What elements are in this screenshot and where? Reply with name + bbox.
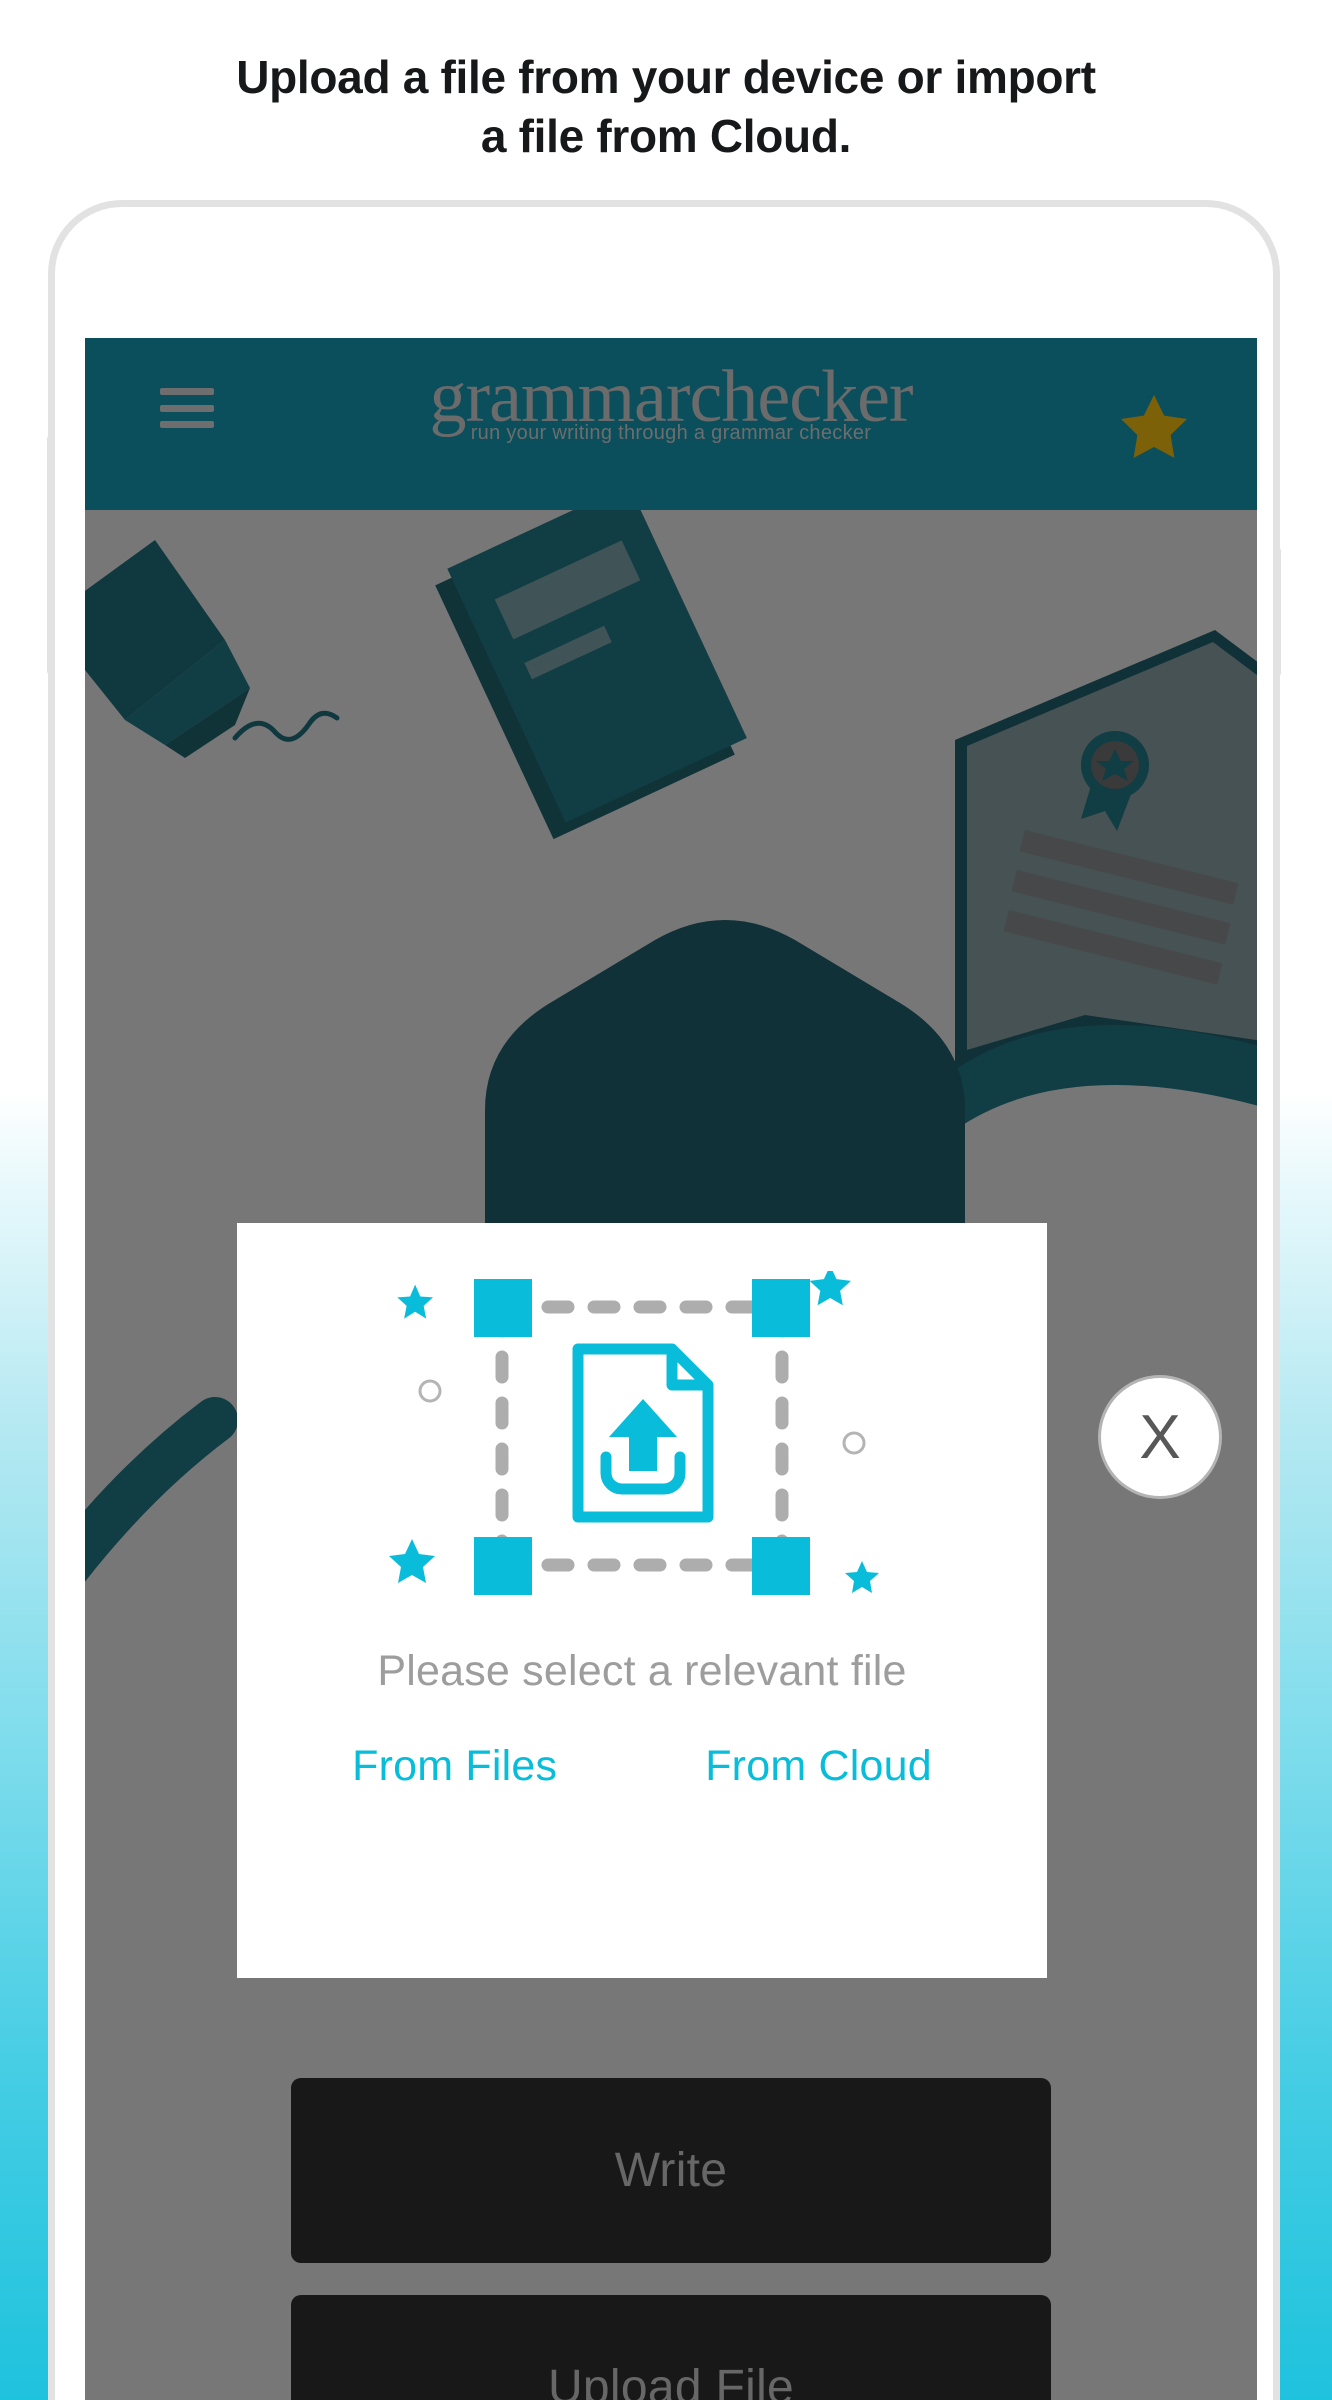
close-dialog-button[interactable]: X bbox=[1101, 1378, 1219, 1496]
hamburger-line-1 bbox=[160, 388, 214, 395]
file-upload-illustration bbox=[389, 1271, 879, 1595]
hamburger-menu-icon[interactable] bbox=[160, 388, 214, 428]
hamburger-line-2 bbox=[160, 404, 214, 412]
brand-name: grammarchecker bbox=[429, 356, 913, 438]
star-icon[interactable] bbox=[1115, 390, 1193, 464]
page-root: Upload a file from your device or import… bbox=[0, 0, 1332, 2400]
power-button bbox=[1273, 547, 1281, 677]
from-cloud-link[interactable]: From Cloud bbox=[705, 1742, 932, 1791]
from-files-link[interactable]: From Files bbox=[352, 1742, 557, 1791]
app-header: grammarchecker run your writing through … bbox=[85, 338, 1257, 510]
phone-mockup: grammarchecker run your writing through … bbox=[47, 200, 1281, 2400]
hamburger-line-3 bbox=[160, 421, 214, 428]
page-title: Upload a file from your device or import… bbox=[0, 48, 1332, 166]
volume-button bbox=[47, 435, 55, 675]
file-select-dialog: Please select a relevant file From Files… bbox=[237, 1223, 1047, 1978]
phone-screen: grammarchecker run your writing through … bbox=[85, 338, 1257, 2400]
page-title-line-2: a file from Cloud. bbox=[480, 109, 852, 162]
brand-logo: grammarchecker run your writing through … bbox=[85, 360, 1257, 445]
dialog-caption: Please select a relevant file bbox=[377, 1647, 907, 1695]
dialog-actions: From Files From Cloud bbox=[237, 1742, 1047, 1791]
brand-tagline: run your writing through a grammar check… bbox=[470, 422, 872, 444]
page-title-line-1: Upload a file from your device or import bbox=[236, 51, 1096, 103]
upload-arrow-icon bbox=[609, 1399, 677, 1471]
